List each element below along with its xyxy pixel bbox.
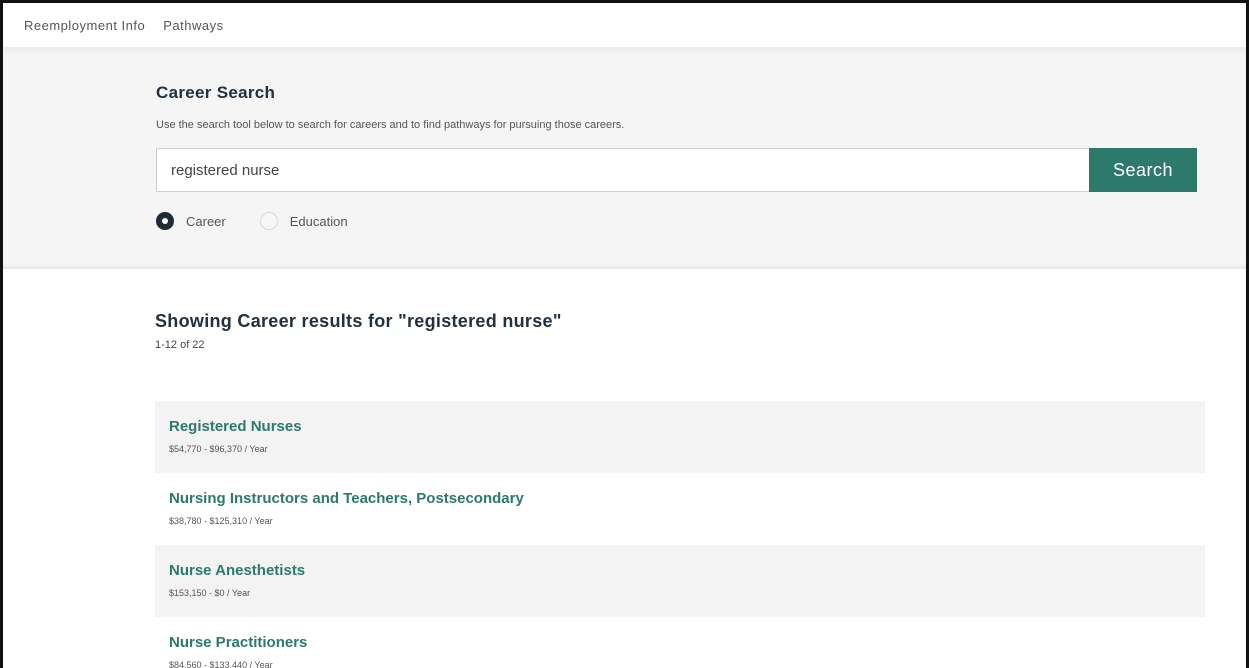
search-title: Career Search bbox=[156, 83, 276, 102]
page-frame: Reemployment Info Pathways Career Search… bbox=[0, 0, 1249, 668]
nav-link-reemployment-info[interactable]: Reemployment Info bbox=[24, 18, 145, 33]
search-row: Search bbox=[156, 148, 1197, 192]
result-item: Nurse Anesthetists $153,150 - $0 / Year bbox=[155, 545, 1205, 617]
results-heading: Showing Career results for "registered n… bbox=[155, 311, 562, 331]
result-salary: $153,150 - $0 / Year bbox=[169, 588, 251, 598]
career-search-container: Career Search Use the search tool below … bbox=[156, 83, 1197, 230]
radio-education[interactable]: Education bbox=[259, 212, 348, 230]
result-item: Nursing Instructors and Teachers, Postse… bbox=[155, 473, 1205, 545]
radio-career-label: Career bbox=[186, 213, 226, 229]
result-salary: $54,770 - $96,370 / Year bbox=[169, 444, 268, 454]
radio-unchecked-icon[interactable] bbox=[259, 212, 278, 230]
result-title-link[interactable]: Nurse Anesthetists bbox=[169, 562, 305, 579]
nav-link-pathways[interactable]: Pathways bbox=[163, 18, 223, 33]
result-list: Registered Nurses $54,770 - $96,370 / Ye… bbox=[155, 401, 1205, 668]
search-button[interactable]: Search bbox=[1089, 148, 1197, 192]
result-title-link[interactable]: Nursing Instructors and Teachers, Postse… bbox=[169, 490, 524, 507]
career-search-panel: Career Search Use the search tool below … bbox=[3, 47, 1246, 269]
search-description: Use the search tool below to search for … bbox=[156, 119, 625, 131]
radio-career[interactable]: Career bbox=[156, 212, 226, 230]
result-salary: $38,780 - $125,310 / Year bbox=[169, 516, 273, 526]
result-salary: $84,560 - $133,440 / Year bbox=[169, 660, 273, 668]
result-title-link[interactable]: Nurse Practitioners bbox=[169, 634, 307, 651]
result-item: Registered Nurses $54,770 - $96,370 / Ye… bbox=[155, 401, 1205, 473]
top-nav: Reemployment Info Pathways bbox=[3, 3, 1246, 47]
result-title-link[interactable]: Registered Nurses bbox=[169, 418, 302, 435]
radio-checked-icon[interactable] bbox=[156, 212, 174, 230]
results-count: 1-12 of 22 bbox=[155, 339, 205, 351]
result-item: Nurse Practitioners $84,560 - $133,440 /… bbox=[155, 617, 1205, 668]
search-input[interactable] bbox=[156, 148, 1089, 192]
search-type-radio-group: Career Education bbox=[156, 212, 1197, 230]
radio-education-label: Education bbox=[289, 213, 348, 229]
results-section: Showing Career results for "registered n… bbox=[155, 311, 1205, 668]
